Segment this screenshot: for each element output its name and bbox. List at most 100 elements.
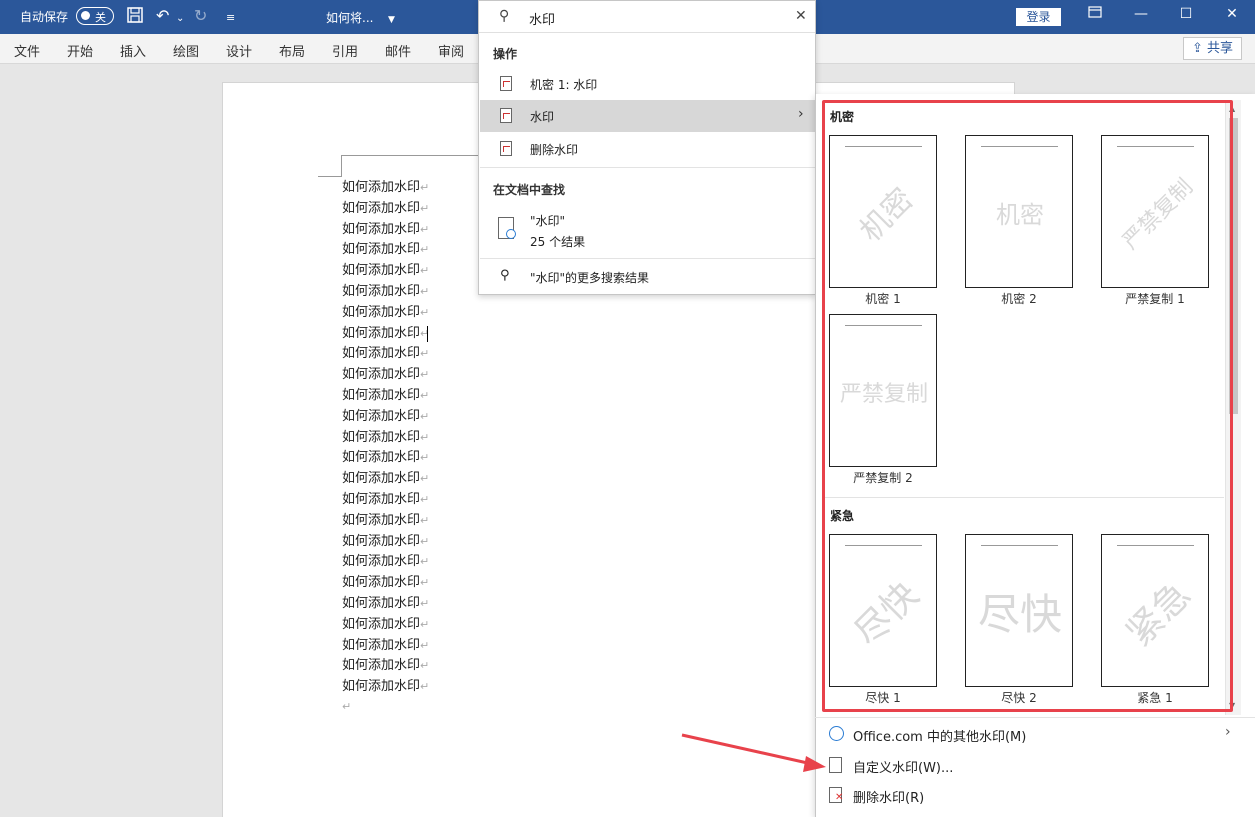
tab-review[interactable]: 审阅	[438, 41, 464, 60]
line-text: 如何添加水印	[342, 637, 421, 653]
custom-watermark-icon	[829, 757, 842, 773]
document-line[interactable]: 如何添加水印↵	[342, 511, 429, 532]
tab-draw[interactable]: 绘图	[173, 41, 199, 60]
highlight-box	[822, 100, 1233, 712]
autosave-toggle[interactable]: 关	[76, 7, 114, 25]
document-line[interactable]: 如何添加水印↵	[342, 324, 429, 345]
document-line[interactable]: 如何添加水印↵	[342, 594, 429, 615]
document-body[interactable]: 如何添加水印↵ 如何添加水印↵ 如何添加水印↵ 如何添加水印↵ 如何添加水印↵ 如何添加水…	[342, 178, 429, 698]
line-text: 如何添加水印	[342, 221, 421, 237]
line-text: 如何添加水印	[342, 263, 421, 279]
close-icon[interactable]: ✕	[1222, 6, 1242, 22]
document-line[interactable]: 如何添加水印↵	[342, 490, 429, 511]
document-line[interactable]: 如何添加水印↵	[342, 386, 429, 407]
title-dropdown-icon[interactable]: ▼	[388, 10, 395, 30]
search-icon: ⚲	[499, 8, 510, 24]
redo-icon[interactable]: ↻	[194, 6, 207, 26]
paragraph-mark: ↵	[420, 576, 430, 590]
tab-references[interactable]: 引用	[332, 41, 358, 60]
document-line[interactable]: 如何添加水印↵	[342, 220, 429, 241]
tab-insert[interactable]: 插入	[120, 41, 146, 60]
document-line[interactable]: 如何添加水印↵	[342, 636, 429, 657]
action-remove-watermark[interactable]: 删除水印	[480, 133, 816, 165]
menu-divider	[815, 717, 1255, 718]
divider	[480, 167, 816, 168]
document-line[interactable]: 如何添加水印↵	[342, 573, 429, 594]
document-line[interactable]: 如何添加水印↵	[342, 365, 429, 386]
line-text: 如何添加水印	[342, 180, 421, 195]
action-confidential-watermark[interactable]: 机密 1: 水印	[480, 68, 816, 100]
tab-mailings[interactable]: 邮件	[385, 41, 411, 60]
globe-icon	[829, 726, 844, 741]
action-label: 水印	[530, 110, 555, 124]
document-line[interactable]: 如何添加水印↵	[342, 407, 429, 428]
document-line[interactable]: 如何添加水印↵	[342, 199, 429, 220]
share-icon: ⇪	[1191, 41, 1203, 56]
undo-dropdown-icon[interactable]: ⌄	[176, 9, 184, 29]
document-line[interactable]: 如何添加水印↵	[342, 303, 429, 324]
paragraph-mark: ↵	[420, 201, 430, 215]
paragraph-mark: ↵	[420, 222, 430, 236]
tab-layout[interactable]: 布局	[279, 41, 305, 60]
ribbon-display-icon[interactable]	[1085, 6, 1105, 22]
action-watermark[interactable]: 水印 ›	[480, 100, 816, 132]
clear-search-icon[interactable]: ✕	[795, 8, 807, 24]
paragraph-mark: ↵	[420, 368, 430, 382]
menu-custom-watermark[interactable]: 自定义水印(W)...	[825, 751, 1240, 779]
watermark-icon	[500, 108, 512, 123]
search-input[interactable]: 水印	[529, 9, 555, 28]
document-line[interactable]: 如何添加水印↵	[342, 178, 429, 199]
login-button[interactable]: 登录	[1016, 8, 1061, 26]
document-line[interactable]: 如何添加水印↵	[342, 344, 429, 365]
actions-heading: 操作	[493, 47, 518, 61]
minimize-icon[interactable]: —	[1131, 6, 1151, 22]
tab-home[interactable]: 开始	[67, 41, 93, 60]
line-text: 如何添加水印	[342, 387, 421, 403]
save-icon[interactable]	[126, 6, 144, 29]
tab-file[interactable]: 文件	[14, 41, 40, 60]
action-label: 机密 1: 水印	[530, 78, 598, 92]
paragraph-mark: ↵	[420, 284, 430, 298]
paragraph-mark: ↵	[420, 492, 430, 506]
document-line[interactable]: 如何添加水印↵	[342, 261, 429, 282]
document-line[interactable]: 如何添加水印↵	[342, 240, 429, 261]
undo-icon[interactable]: ↶	[156, 6, 169, 26]
document-line[interactable]: 如何添加水印↵	[342, 428, 429, 449]
line-text: 如何添加水印	[342, 575, 421, 591]
menu-more-watermarks[interactable]: Office.com 中的其他水印(M) ›	[825, 720, 1240, 748]
remove-watermark-icon	[500, 141, 512, 156]
paragraph-mark: ↵	[420, 409, 430, 423]
paragraph-mark: ↵	[420, 264, 430, 278]
maximize-icon[interactable]: ☐	[1176, 6, 1196, 22]
document-line[interactable]: 如何添加水印↵	[342, 677, 429, 698]
menu-label: Office.com 中的其他水印(M)	[853, 730, 1027, 745]
find-in-document-result[interactable]: "水印" 25 个结果	[480, 206, 816, 251]
paragraph-mark: ↵	[420, 555, 430, 569]
document-line[interactable]: 如何添加水印↵	[342, 448, 429, 469]
document-line[interactable]: 如何添加水印↵	[342, 552, 429, 573]
remove-watermark-icon	[829, 787, 843, 803]
document-line[interactable]: 如何添加水印↵	[342, 615, 429, 636]
search-box[interactable]: ⚲ 水印 ✕	[479, 1, 815, 33]
more-search-results[interactable]: ⚲ "水印"的更多搜索结果	[480, 261, 816, 293]
paragraph-mark: ↵	[420, 534, 430, 548]
menu-remove-watermark[interactable]: 删除水印(R)	[825, 781, 1240, 809]
header-boundary	[342, 155, 482, 156]
find-document-icon	[498, 217, 516, 239]
customize-toolbar-icon[interactable]: ≡	[226, 8, 235, 28]
document-line[interactable]: 如何添加水印↵	[342, 656, 429, 677]
paragraph-mark: ↵	[420, 388, 430, 402]
menu-label: 删除水印(R)	[853, 791, 925, 806]
paragraph-mark: ↵	[420, 659, 430, 673]
line-text: 如何添加水印	[342, 533, 421, 549]
find-results-count: 25 个结果	[530, 235, 586, 249]
tab-design[interactable]: 设计	[226, 41, 252, 60]
document-line[interactable]: 如何添加水印↵	[342, 469, 429, 490]
line-text: 如何添加水印	[342, 242, 421, 258]
paragraph-mark: ↵	[420, 617, 430, 631]
document-line[interactable]: 如何添加水印↵	[342, 282, 429, 303]
share-button[interactable]: ⇪ 共享	[1183, 37, 1242, 60]
line-text: 如何添加水印	[342, 512, 421, 528]
document-line[interactable]: 如何添加水印↵	[342, 532, 429, 553]
divider	[480, 258, 816, 259]
